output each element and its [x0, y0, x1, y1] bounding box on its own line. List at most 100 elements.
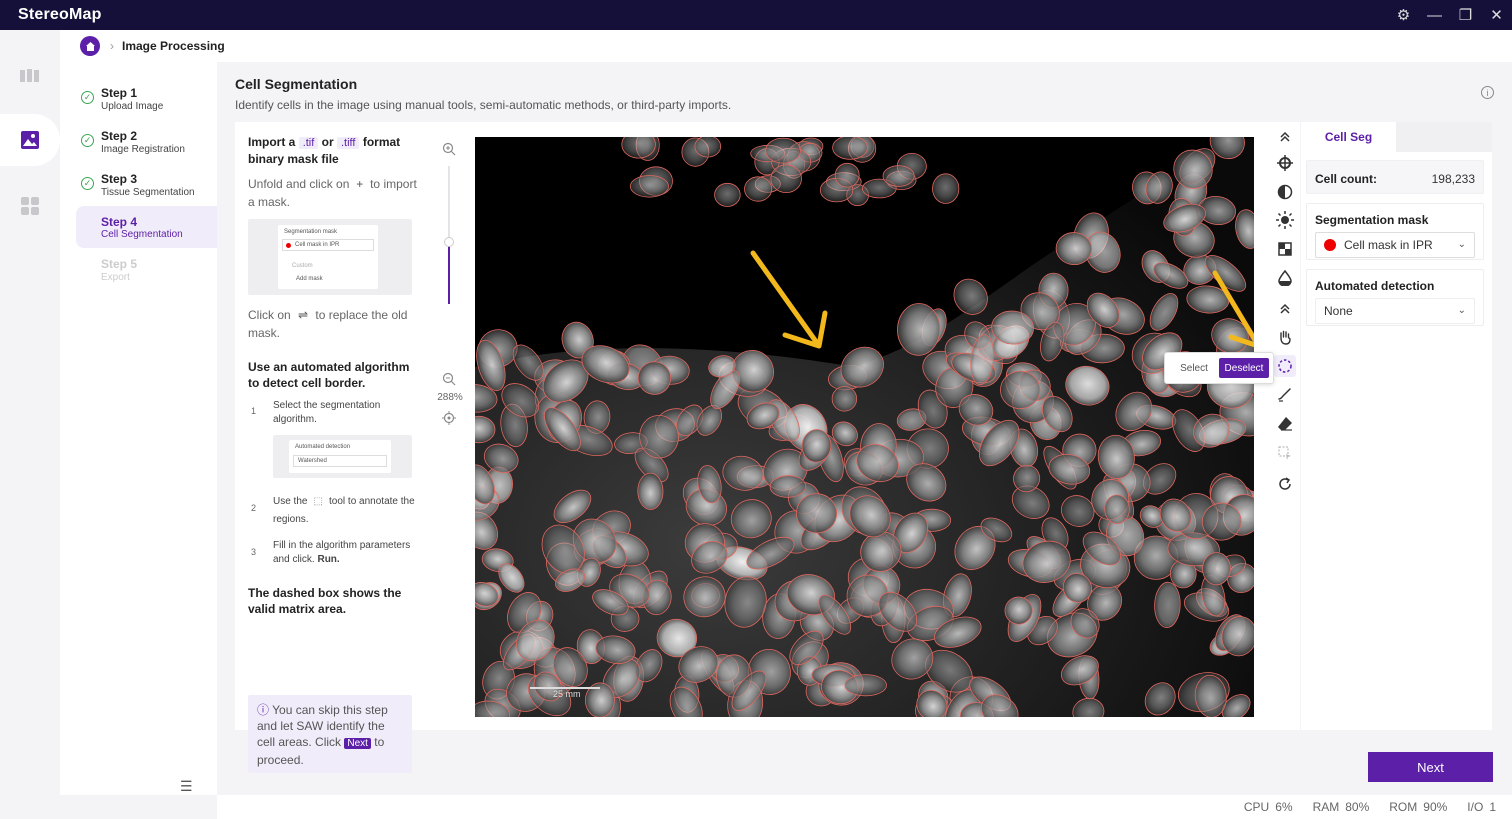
cell-outline [629, 175, 669, 198]
brightness-icon[interactable] [1274, 209, 1296, 231]
rail-map-icon[interactable] [0, 50, 60, 102]
right-panel: Cell Seg Cell count: 198,233 Segmentatio… [1301, 122, 1492, 730]
eraser-icon[interactable] [1274, 412, 1296, 434]
step-title: Step 2 [101, 129, 138, 143]
cell-count-value: 198,233 [1431, 172, 1475, 186]
next-button[interactable]: Next [1368, 752, 1493, 782]
deselect-option[interactable]: Deselect [1219, 358, 1269, 378]
cell-count-card: Cell count: 198,233 [1306, 160, 1484, 194]
automated-detection-card: Automated detection None ⌄ [1306, 269, 1484, 326]
tool-bar [1270, 122, 1300, 730]
mask-select[interactable]: Cell mask in IPR ⌄ [1315, 232, 1475, 258]
zoom-out-icon[interactable] [442, 372, 456, 391]
step-3[interactable]: ✓ Step 3 Tissue Segmentation [76, 170, 217, 210]
check-icon: ✓ [81, 91, 94, 104]
step-subtitle: Upload Image [101, 101, 164, 112]
move-icon[interactable] [1274, 152, 1296, 174]
detection-select[interactable]: None ⌄ [1315, 298, 1475, 324]
info-icon: ⓘ [257, 703, 270, 717]
refresh-icon[interactable] [1274, 473, 1296, 495]
step-4[interactable]: Step 4 Cell Segmentation [76, 206, 217, 248]
step-subtitle: Image Registration [101, 144, 185, 155]
replace-instruction: Click on ⇌ to replace the old mask. [248, 308, 408, 340]
settings-icon[interactable]: ⚙ [1388, 0, 1419, 30]
minimize-icon[interactable]: — [1419, 0, 1450, 30]
selection-mode-popover: Select Deselect [1164, 352, 1274, 384]
annotation-arrow-icon [750, 250, 828, 349]
cell-outline [834, 162, 860, 188]
collapse-up-icon[interactable] [1274, 126, 1296, 148]
rom-value: 90% [1423, 800, 1448, 814]
dashed-note: The dashed box shows the valid matrix ar… [248, 586, 402, 616]
detect-value: None [1324, 304, 1353, 318]
plus-icon: + [356, 177, 364, 191]
info-icon[interactable]: i [1481, 86, 1494, 99]
import-heading: Import a .tif or .tiff format binary mas… [248, 135, 401, 166]
skip-tip: ⓘ You can skip this step and let SAW ide… [248, 695, 412, 773]
cpu-label: CPU [1243, 800, 1270, 814]
home-icon[interactable] [80, 36, 100, 56]
grid-icon[interactable] [1274, 238, 1296, 260]
cell-outline [694, 137, 722, 158]
drop-icon[interactable] [1274, 267, 1296, 289]
locate-icon[interactable] [442, 411, 456, 430]
step-1[interactable]: ✓ Step 1 Upload Image [76, 84, 217, 124]
step-number: 3 [251, 547, 257, 557]
select-option[interactable]: Select [1169, 358, 1219, 378]
restore-icon[interactable]: ❐ [1450, 0, 1481, 30]
cell-segmentation-overlay: 25 mm [475, 137, 1254, 717]
step-title: Step 1 [101, 86, 138, 100]
main-content: Cell Segmentation Identify cells in the … [217, 62, 1512, 795]
collapse-up-icon[interactable] [1274, 298, 1296, 320]
check-icon: ✓ [81, 134, 94, 147]
cell-outline [770, 164, 802, 194]
tab-cell-seg[interactable]: Cell Seg [1301, 122, 1396, 152]
cell-outline [932, 173, 960, 204]
cell-outline [714, 182, 741, 207]
image-canvas[interactable]: 25 mm [475, 122, 1270, 730]
chevron-down-icon: ⌄ [1457, 305, 1466, 316]
cpu-value: 6% [1275, 800, 1293, 814]
brush-icon[interactable] [1274, 383, 1296, 405]
window-controls: ⚙ — ❐ ✕ [1388, 0, 1512, 30]
mask-thumbnail: Segmentation mask Cell mask in IPR Custo… [248, 219, 412, 295]
breadcrumb: › Image Processing [60, 30, 1512, 62]
zoom-in-icon[interactable] [442, 142, 456, 161]
region-select-icon: ⬚ [313, 496, 323, 507]
collapse-menu-icon[interactable]: ☰ [180, 778, 193, 795]
step-text: Use the ⬚ tool to annotate the regions. [273, 493, 415, 529]
ram-value: 80% [1345, 800, 1370, 814]
right-panel-tabs: Cell Seg [1301, 122, 1492, 152]
cell-outline [637, 472, 664, 510]
page-description: Identify cells in the image using manual… [235, 98, 732, 112]
hand-icon[interactable] [1274, 326, 1296, 348]
mask-color-swatch [1324, 239, 1336, 251]
contrast-icon[interactable] [1274, 181, 1296, 203]
cell-outline [744, 176, 773, 202]
segmentation-mask-card: Segmentation mask Cell mask in IPR ⌄ [1306, 203, 1484, 260]
detect-label: Automated detection [1315, 279, 1435, 293]
next-chip: Next [344, 738, 371, 749]
cell-image[interactable]: 25 mm [475, 137, 1254, 717]
app-title: StereoMap [18, 6, 102, 23]
zoom-slider[interactable] [444, 166, 454, 304]
ram-label: RAM [1312, 800, 1340, 814]
cell-outline [1104, 494, 1130, 524]
auto-heading: Use an automated algorithm to detect cel… [248, 360, 410, 390]
step-2[interactable]: ✓ Step 2 Image Registration [76, 127, 217, 167]
left-rail [0, 30, 60, 819]
rail-apps-icon[interactable] [0, 180, 60, 232]
import-instruction: Unfold and click on + to import a mask. [248, 177, 417, 209]
lasso-select-icon[interactable] [1274, 355, 1296, 377]
io-label: I/O [1467, 800, 1484, 814]
step-title: Step 5 [101, 257, 138, 271]
status-bar: CPU 6% RAM 80% ROM 90% I/O 1 [217, 795, 1512, 819]
swap-icon: ⇌ [298, 308, 309, 322]
cell-outline [882, 165, 915, 187]
step-subtitle: Tissue Segmentation [101, 187, 195, 198]
annotation-arrow-icon [1212, 270, 1254, 348]
cell-outline [832, 137, 868, 160]
cell-outline [844, 674, 887, 697]
close-icon[interactable]: ✕ [1481, 0, 1512, 30]
rail-image-icon[interactable] [0, 114, 60, 166]
